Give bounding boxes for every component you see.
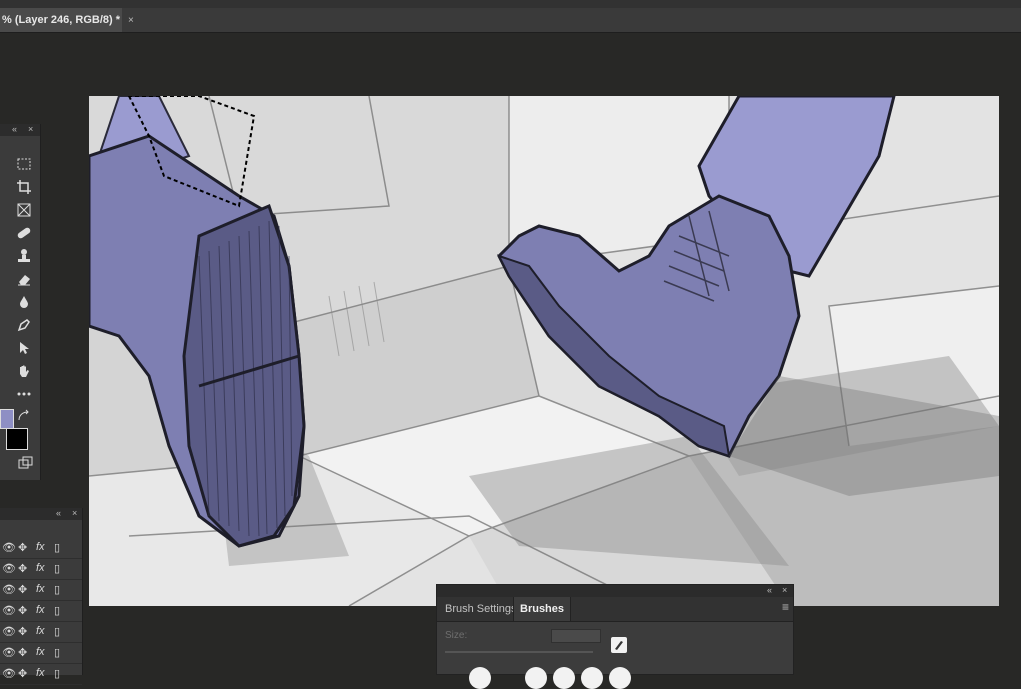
tab-brushes[interactable]: Brushes bbox=[513, 597, 572, 621]
lock-icon[interactable]: ▯ bbox=[54, 646, 60, 659]
document-tab[interactable]: % (Layer 246, RGB/8) * × bbox=[0, 8, 134, 32]
fx-icon[interactable]: fx bbox=[36, 604, 45, 616]
hand-icon[interactable] bbox=[14, 361, 34, 381]
document-tab-bar: % (Layer 246, RGB/8) * × bbox=[0, 8, 1021, 33]
collapse-icon[interactable]: « bbox=[767, 585, 772, 595]
close-icon[interactable]: × bbox=[128, 15, 134, 26]
tab-brush-settings[interactable]: Brush Settings bbox=[439, 597, 523, 621]
pen-icon[interactable] bbox=[14, 315, 34, 335]
document-tab-title: % (Layer 246, RGB/8) * bbox=[2, 14, 120, 26]
crop-icon[interactable] bbox=[14, 177, 34, 197]
move-icon[interactable]: ✥ bbox=[18, 646, 27, 659]
layer-row[interactable]: 👁 ✥ fx ▯ bbox=[0, 601, 82, 622]
fx-icon[interactable]: fx bbox=[36, 646, 45, 658]
brush-tip-preset[interactable] bbox=[553, 667, 575, 689]
arrow-icon[interactable] bbox=[14, 338, 34, 358]
lock-icon[interactable]: ▯ bbox=[54, 562, 60, 575]
eye-icon[interactable]: 👁 bbox=[2, 625, 16, 638]
rect-marquee-icon[interactable] bbox=[14, 154, 34, 174]
app-top-strip bbox=[0, 0, 1021, 8]
brush-panel: « × Brush Settings Brushes ≡ Size: bbox=[436, 584, 794, 689]
lock-icon[interactable]: ▯ bbox=[54, 625, 60, 638]
eraser-icon[interactable] bbox=[14, 269, 34, 289]
brush-tip-preset[interactable] bbox=[609, 667, 631, 689]
brush-tip-preset[interactable] bbox=[581, 667, 603, 689]
collapse-icon[interactable]: « bbox=[56, 508, 61, 518]
document-canvas[interactable] bbox=[89, 96, 999, 606]
brush-tip-preset[interactable] bbox=[469, 667, 491, 689]
move-icon[interactable]: ✥ bbox=[18, 625, 27, 638]
layer-row[interactable]: 👁 ✥ fx ▯ bbox=[0, 622, 82, 643]
eye-icon[interactable]: 👁 bbox=[2, 562, 16, 575]
close-icon[interactable]: × bbox=[72, 508, 77, 518]
brush-tip-preset[interactable] bbox=[525, 667, 547, 689]
panel-menu-icon[interactable]: ≡ bbox=[782, 600, 789, 614]
screen-mode-icon[interactable] bbox=[16, 454, 34, 472]
lock-icon[interactable]: ▯ bbox=[54, 541, 60, 554]
fx-icon[interactable]: fx bbox=[36, 562, 45, 574]
eye-icon[interactable]: 👁 bbox=[2, 667, 16, 680]
move-icon[interactable]: ✥ bbox=[18, 583, 27, 596]
layers-panel: « × 👁 ✥ fx ▯ 👁 ✥ fx ▯ 👁 ✥ fx ▯ 👁 ✥ fx ▯ 👁 ✥ fx ▯ 👁 ✥ fx ▯ 👁 ✥ fx ▯ bbox=[0, 508, 83, 685]
eye-icon[interactable]: 👁 bbox=[2, 583, 16, 596]
brush-panel-tabs: Brush Settings Brushes ≡ bbox=[437, 597, 793, 622]
collapse-icon[interactable]: « bbox=[12, 124, 17, 134]
layer-row[interactable]: 👁 ✥ fx ▯ bbox=[0, 643, 82, 664]
fx-icon[interactable]: fx bbox=[36, 541, 45, 553]
lock-icon[interactable]: ▯ bbox=[54, 604, 60, 617]
bandage-icon[interactable] bbox=[14, 223, 34, 243]
move-icon[interactable]: ✥ bbox=[18, 667, 27, 680]
move-icon[interactable]: ✥ bbox=[18, 604, 27, 617]
move-icon[interactable]: ✥ bbox=[18, 562, 27, 575]
frame-icon[interactable] bbox=[14, 200, 34, 220]
fx-icon[interactable]: fx bbox=[36, 583, 45, 595]
eye-icon[interactable]: 👁 bbox=[2, 604, 16, 617]
stamp-icon[interactable] bbox=[14, 246, 34, 266]
layer-row[interactable]: 👁 ✥ fx ▯ bbox=[0, 538, 82, 559]
size-input[interactable] bbox=[551, 629, 601, 643]
layer-row[interactable]: 👁 ✥ fx ▯ bbox=[0, 580, 82, 601]
close-icon[interactable]: × bbox=[782, 585, 787, 595]
size-label: Size: bbox=[445, 630, 468, 641]
move-icon[interactable]: ✥ bbox=[18, 541, 27, 554]
ellipsis-icon[interactable] bbox=[14, 384, 34, 404]
foreground-color-swatch[interactable] bbox=[0, 409, 14, 429]
size-slider[interactable] bbox=[445, 651, 593, 653]
drop-icon[interactable] bbox=[14, 292, 34, 312]
artwork-sketch bbox=[89, 96, 999, 606]
layers-panel-header: « × bbox=[0, 508, 82, 520]
fx-icon[interactable]: fx bbox=[36, 667, 45, 679]
eye-icon[interactable]: 👁 bbox=[2, 541, 16, 554]
lock-icon[interactable]: ▯ bbox=[54, 667, 60, 680]
lock-icon[interactable]: ▯ bbox=[54, 583, 60, 596]
background-color-swatch[interactable] bbox=[6, 428, 28, 450]
tools-panel-header: « × bbox=[0, 124, 40, 136]
layer-row[interactable]: 👁 ✥ fx ▯ bbox=[0, 559, 82, 580]
brush-panel-header: « × bbox=[437, 585, 793, 597]
close-icon[interactable]: × bbox=[28, 124, 33, 134]
swap-colors-icon[interactable] bbox=[16, 408, 32, 424]
eye-icon[interactable]: 👁 bbox=[2, 646, 16, 659]
edit-brush-icon[interactable] bbox=[611, 637, 627, 653]
fx-icon[interactable]: fx bbox=[36, 625, 45, 637]
